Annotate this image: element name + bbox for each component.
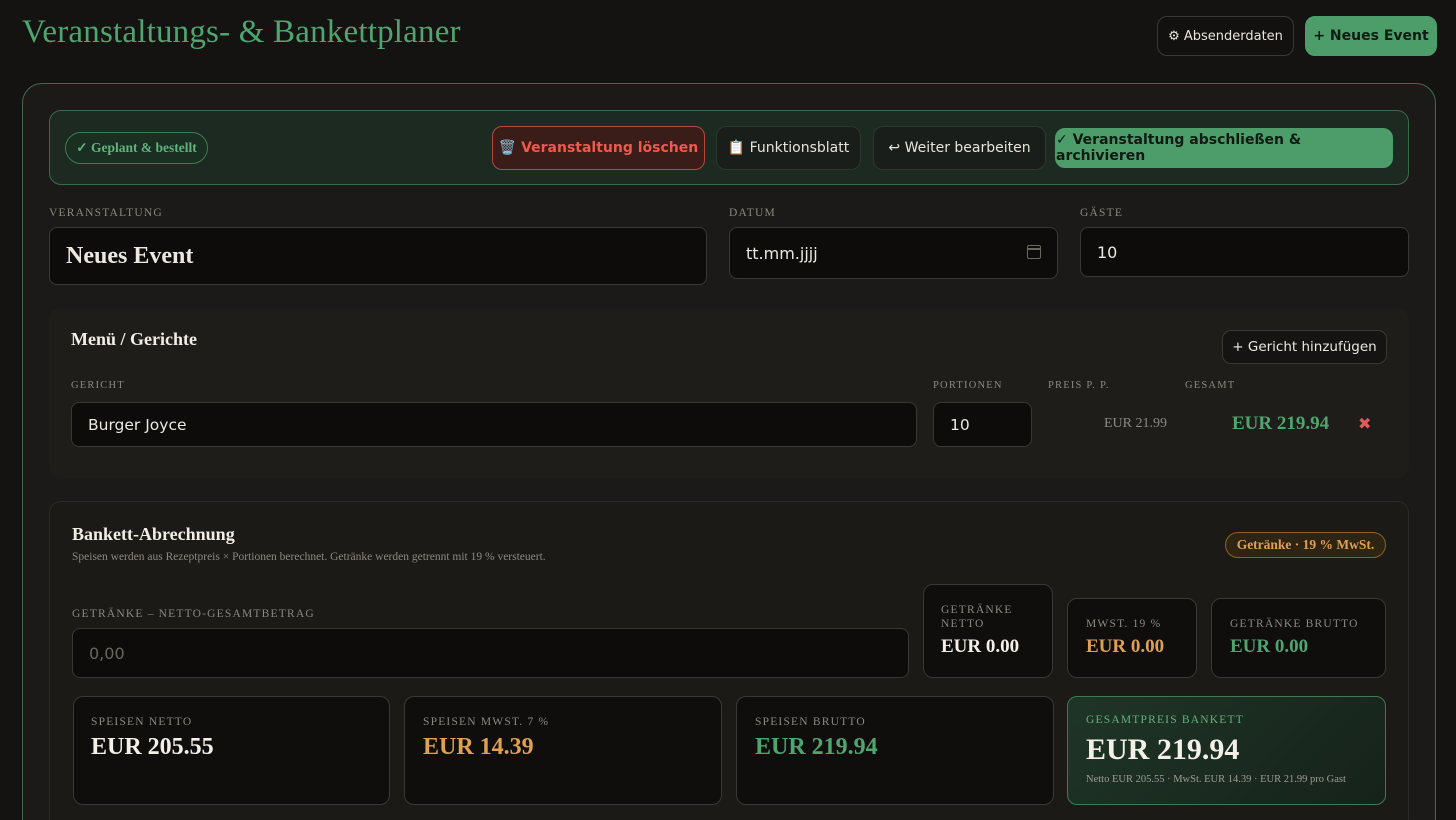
column-dish: Gericht <box>71 380 125 391</box>
column-price: Preis p. P. <box>1048 380 1110 391</box>
vat19-label: MwSt. 19 % <box>1086 618 1162 630</box>
event-date-value: tt.mm.jjjj <box>746 243 818 263</box>
food-gross-value: EUR 219.94 <box>755 734 878 760</box>
drinks-gross-value: EUR 0.00 <box>1230 636 1309 657</box>
banquet-total-value: EUR 219.94 <box>1086 733 1240 766</box>
drinks-net-label: Getränke Netto <box>941 604 1013 630</box>
app-title: Veranstaltungs- & Bankettplaner <box>22 14 461 50</box>
banquet-total-breakdown: Netto EUR 205.55 · MwSt. EUR 14.39 · EUR… <box>1086 774 1346 785</box>
drinks-net-input-label: Getränke – Netto-Gesamtbetrag <box>72 608 315 620</box>
dish-total: EUR 219.94 <box>1232 413 1330 434</box>
add-dish-button[interactable]: + Gericht hinzufügen <box>1222 330 1387 364</box>
dish-price: EUR 21.99 <box>1104 416 1167 431</box>
food-vat-label: Speisen MwSt. 7 % <box>423 716 550 728</box>
event-date-input[interactable]: tt.mm.jjjj <box>729 227 1058 279</box>
function-sheet-button[interactable]: 📋 Funktionsblatt <box>716 126 861 170</box>
menu-panel <box>49 308 1409 478</box>
column-portions: Portionen <box>933 380 1003 391</box>
event-name-input[interactable]: Neues Event <box>49 227 707 285</box>
vat19-value: EUR 0.00 <box>1086 636 1165 657</box>
drinks-net-input[interactable]: 0,00 <box>72 628 909 678</box>
billing-title: Bankett-Abrechnung <box>72 524 235 544</box>
drinks-net-card <box>923 584 1053 678</box>
event-name-label: Veranstaltung <box>49 207 163 219</box>
column-total: Gesamt <box>1185 380 1236 391</box>
sender-settings-button[interactable]: ⚙ Absenderdaten <box>1157 16 1294 56</box>
delete-event-button[interactable]: 🗑️ Veranstaltung löschen <box>492 126 705 170</box>
menu-title: Menü / Gerichte <box>71 329 197 349</box>
continue-editing-button[interactable]: ↩ Weiter bearbeiten <box>873 126 1046 170</box>
event-date-label: Datum <box>729 207 776 219</box>
drinks-gross-label: Getränke Brutto <box>1230 618 1359 630</box>
archive-event-button[interactable]: ✓ Veranstaltung abschließen & archiviere… <box>1055 128 1393 168</box>
food-vat-value: EUR 14.39 <box>423 734 534 760</box>
billing-subtitle: Speisen werden aus Rezeptpreis × Portion… <box>72 551 546 563</box>
food-gross-label: Speisen Brutto <box>755 716 866 728</box>
dish-portions-input[interactable]: 10 <box>933 402 1032 447</box>
tax-badge: Getränke · 19 % MwSt. <box>1225 532 1386 558</box>
drinks-net-value: EUR 0.00 <box>941 636 1020 657</box>
calendar-icon[interactable] <box>1027 245 1041 259</box>
food-net-label: Speisen Netto <box>91 716 193 728</box>
status-badge: ✓ Geplant & bestellt <box>65 132 208 164</box>
dish-name-input[interactable]: Burger Joyce <box>71 402 917 447</box>
guests-label: Gäste <box>1080 207 1124 219</box>
food-net-value: EUR 205.55 <box>91 734 214 760</box>
banquet-total-label: Gesamtpreis Bankett <box>1086 714 1244 726</box>
new-event-button[interactable]: + Neues Event <box>1305 16 1437 56</box>
remove-dish-icon[interactable]: ✖ <box>1358 414 1371 433</box>
guests-input[interactable]: 10 <box>1080 227 1409 277</box>
